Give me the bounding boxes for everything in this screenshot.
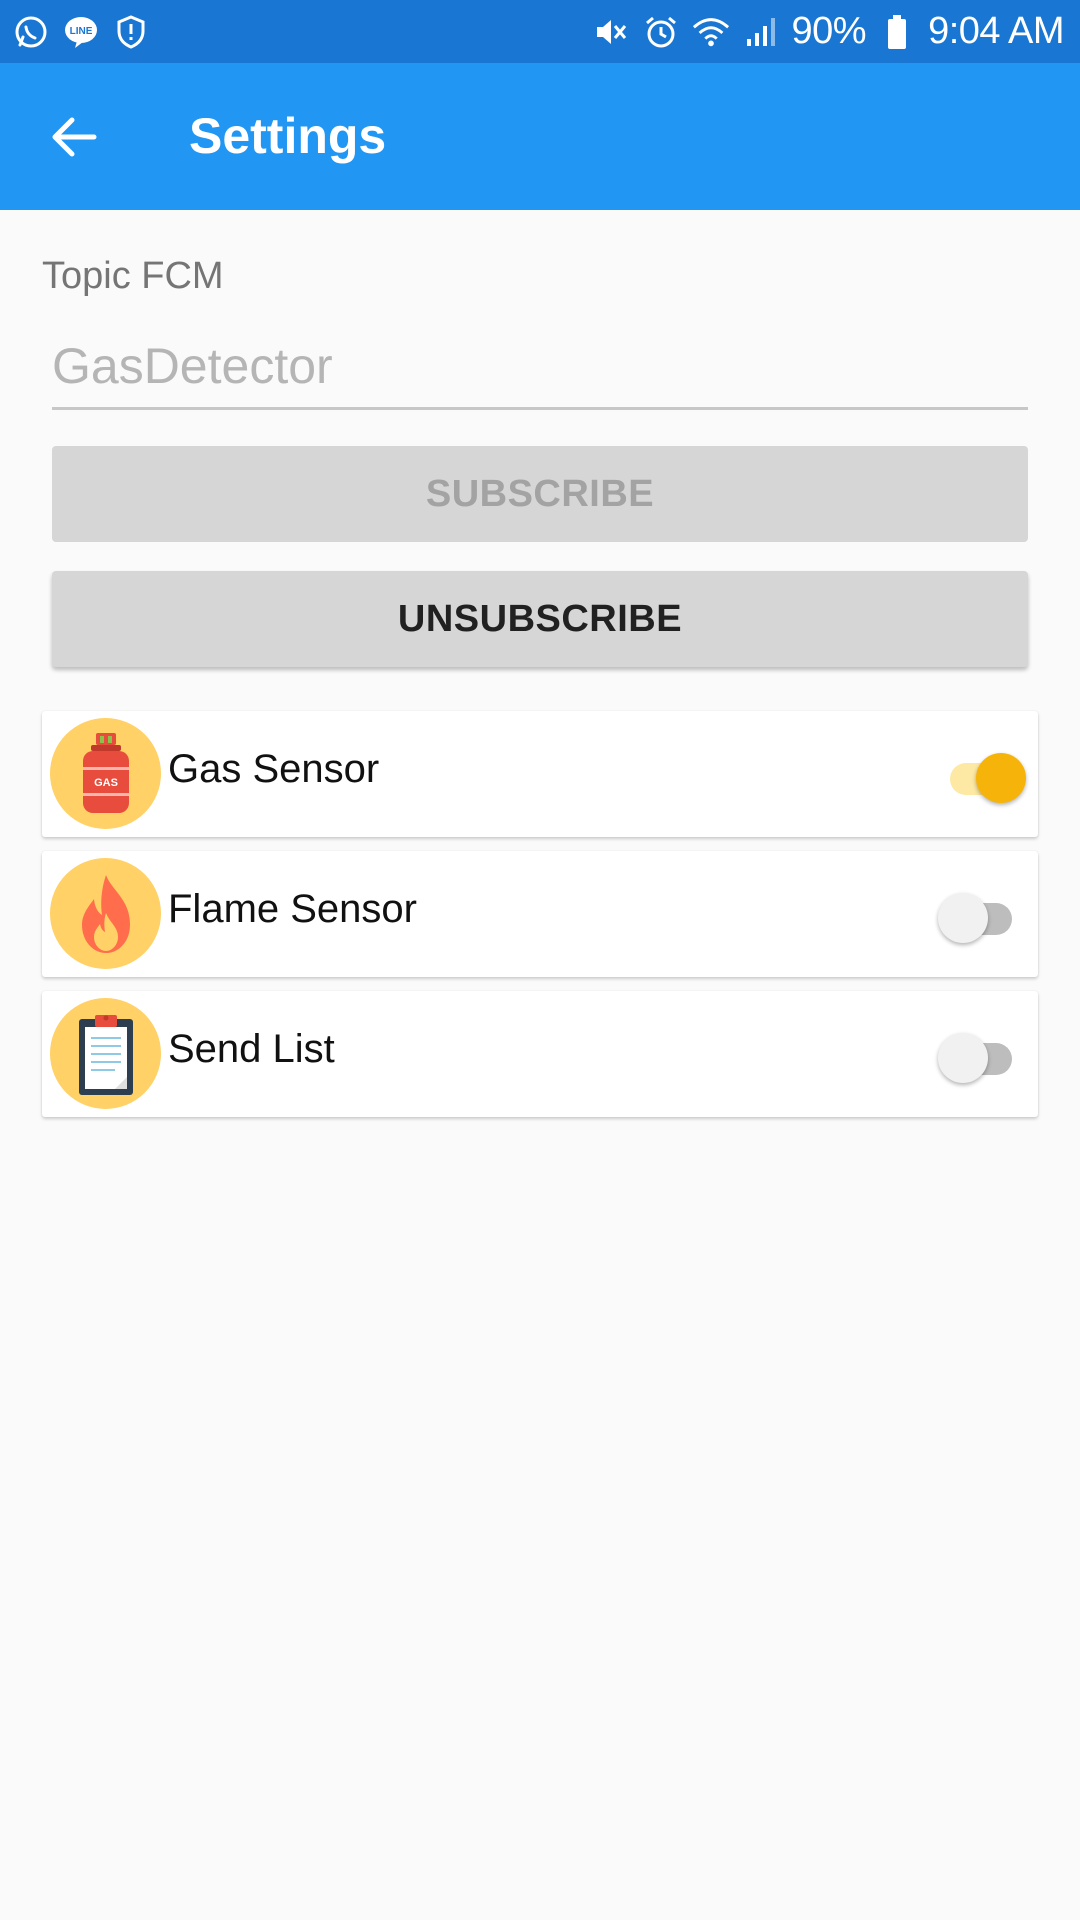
gas-sensor-label: Gas Sensor — [168, 747, 380, 791]
gas-sensor-toggle[interactable] — [938, 744, 1028, 804]
back-button[interactable] — [36, 99, 111, 174]
alarm-icon — [642, 13, 680, 51]
battery-icon — [878, 13, 916, 51]
shield-icon — [112, 13, 150, 51]
list-item-gas-sensor: GAS Gas Sensor — [42, 711, 1038, 837]
line-icon: LINE — [62, 13, 100, 51]
toggle-thumb — [938, 893, 988, 943]
app-bar: Settings — [0, 63, 1080, 210]
status-notifications: LINE — [12, 13, 150, 51]
toggle-thumb — [938, 1033, 988, 1083]
svg-text:GAS: GAS — [94, 777, 118, 789]
clipboard-icon — [50, 998, 161, 1109]
gas-cylinder-icon: GAS — [50, 718, 161, 829]
arrow-back-icon — [52, 117, 96, 156]
topic-input[interactable] — [52, 330, 1028, 410]
list-item-flame-sensor: Flame Sensor — [42, 851, 1038, 977]
flame-sensor-toggle[interactable] — [938, 884, 1028, 944]
toggle-thumb — [976, 753, 1026, 803]
send-list-label: Send List — [168, 1027, 335, 1071]
wifi-icon — [692, 13, 730, 51]
page-title: Settings — [189, 108, 387, 164]
mute-icon — [592, 13, 630, 51]
svg-text:LINE: LINE — [70, 26, 93, 37]
battery-percent: 90% — [791, 10, 867, 52]
clock: 9:04 AM — [928, 10, 1064, 52]
status-bar: LINE 90% 9:04 AM — [0, 0, 1080, 63]
signal-icon — [742, 13, 780, 51]
unsubscribe-button[interactable]: UNSUBSCRIBE — [52, 571, 1028, 667]
whatsapp-icon — [12, 13, 50, 51]
flame-icon — [50, 858, 161, 969]
status-system: 90% 9:04 AM — [592, 10, 1064, 53]
flame-sensor-label: Flame Sensor — [168, 887, 417, 931]
topic-label: Topic FCM — [42, 255, 224, 297]
list-item-send-list: Send List — [42, 991, 1038, 1117]
subscribe-button[interactable]: SUBSCRIBE — [52, 446, 1028, 542]
send-list-toggle[interactable] — [938, 1024, 1028, 1084]
